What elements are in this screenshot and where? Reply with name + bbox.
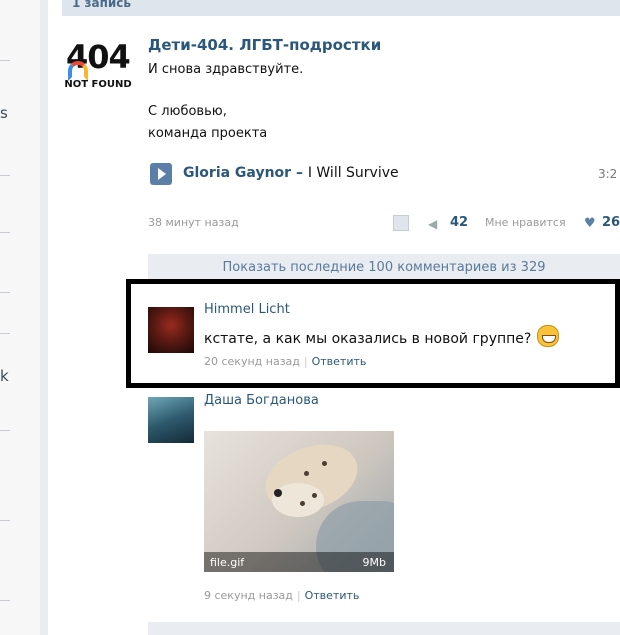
gecko-spot xyxy=(300,501,305,506)
gif-filesize: 9Mb xyxy=(362,556,386,569)
heart-icon[interactable]: ♥ xyxy=(584,216,596,231)
comment-text: кстате, а как мы оказались в новой групп… xyxy=(204,325,560,347)
audio-track[interactable]: Gloria Gaynor – I Will Survive xyxy=(183,165,399,181)
comment-text-content: кстате, а как мы оказались в новой групп… xyxy=(204,331,532,347)
audio-artist[interactable]: Gloria Gaynor xyxy=(183,165,291,181)
comment-meta: 9 секунд назад | Ответить xyxy=(204,589,360,602)
comment-form-bar[interactable] xyxy=(148,622,620,635)
show-comments-button[interactable]: Показать последние 100 комментариев из 3… xyxy=(148,254,620,280)
comment-author[interactable]: Himmel Licht xyxy=(204,302,290,317)
gecko-spot xyxy=(312,493,317,498)
reply-button[interactable]: Ответить xyxy=(312,355,367,368)
gecko-spot xyxy=(304,471,309,476)
group-avatar[interactable]: 404 NOT FOUND xyxy=(62,38,134,100)
audio-title[interactable]: I Will Survive xyxy=(308,165,399,181)
post-text-line: команда проекта xyxy=(148,126,268,141)
gif-filename: file.gif xyxy=(210,556,245,569)
audio-duration: 3:2 xyxy=(598,167,618,181)
post-text-line: И снова здравствуйте. xyxy=(148,62,304,77)
post-author-link[interactable]: Дети-404. ЛГБТ-подростки xyxy=(148,36,381,54)
comment-avatar[interactable] xyxy=(148,397,194,443)
share-count[interactable]: 42 xyxy=(450,215,468,230)
sidebar-divider xyxy=(0,60,10,61)
post-time[interactable]: 38 минут назад xyxy=(148,216,239,229)
sidebar-divider xyxy=(0,600,10,601)
like-label[interactable]: Мне нравится xyxy=(485,216,566,229)
sidebar-divider xyxy=(0,520,10,521)
avatar-small-text: NOT FOUND xyxy=(64,79,132,90)
comment-time[interactable]: 9 секунд назад xyxy=(204,589,293,602)
comment-meta: 20 секунд назад | Ответить xyxy=(204,355,367,368)
megaphone-icon[interactable]: ◀ xyxy=(428,217,437,231)
sidebar-divider xyxy=(0,333,10,334)
left-sidebar: s k xyxy=(0,0,40,635)
comment-avatar[interactable] xyxy=(148,307,194,353)
post-text-line: С любовью, xyxy=(148,104,227,119)
like-count[interactable]: 26 xyxy=(602,215,620,230)
sidebar-divider xyxy=(0,292,10,293)
reply-button[interactable]: Ответить xyxy=(305,589,360,602)
play-icon[interactable] xyxy=(150,163,172,185)
gif-attachment[interactable]: file.gif 9Mb xyxy=(204,431,394,572)
comment-author[interactable]: Даша Богданова xyxy=(204,393,319,408)
sidebar-divider xyxy=(0,232,10,233)
rainbow-icon xyxy=(68,61,88,81)
laughing-emoji-icon xyxy=(537,325,560,347)
gecko-spot xyxy=(322,461,327,466)
audio-separator: – xyxy=(295,165,303,181)
comment-time[interactable]: 20 секунд назад xyxy=(204,355,300,368)
gecko-eye xyxy=(274,489,282,497)
gecko-head xyxy=(272,483,324,517)
sidebar-divider xyxy=(0,430,10,431)
sidebar-divider xyxy=(0,175,10,176)
sidebar-fragment[interactable]: k xyxy=(0,367,9,385)
share-icon[interactable] xyxy=(393,215,409,231)
wall-header[interactable]: 1 запись xyxy=(62,0,620,16)
sidebar-fragment[interactable]: s xyxy=(0,104,8,122)
